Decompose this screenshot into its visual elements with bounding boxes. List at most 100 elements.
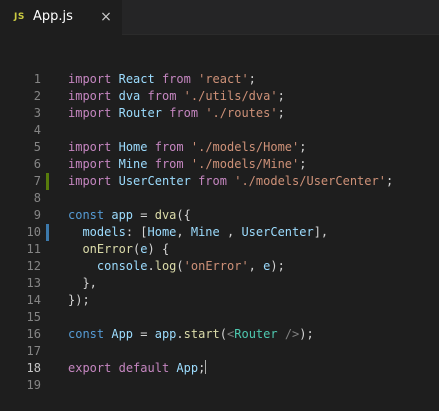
code-token: Mine bbox=[190, 225, 220, 239]
line-number: 7 bbox=[33, 174, 41, 188]
code-token: const bbox=[68, 208, 105, 222]
line-number: 3 bbox=[33, 106, 41, 120]
line-number: 19 bbox=[26, 378, 41, 392]
code-editor[interactable]: 1 import React from 'react'; 2 import dva f… bbox=[0, 35, 439, 411]
code-token: , bbox=[219, 225, 242, 239]
code-text: const app = dva({ bbox=[68, 207, 191, 224]
close-icon[interactable]: × bbox=[98, 8, 114, 26]
code-line[interactable]: 5 import Home from './models/Home'; bbox=[0, 139, 439, 156]
code-line[interactable]: 18 export default App; bbox=[0, 360, 439, 377]
line-number: 17 bbox=[26, 344, 41, 358]
code-token: React bbox=[118, 72, 155, 86]
code-token: console bbox=[96, 259, 148, 273]
code-token: './routes' bbox=[205, 106, 278, 120]
code-token: ({ bbox=[176, 208, 191, 222]
code-token: App bbox=[176, 361, 199, 375]
code-line[interactable]: 6 import Mine from './models/Mine'; bbox=[0, 156, 439, 173]
code-line[interactable]: 10 models: [Home, Mine , UserCenter], bbox=[0, 224, 439, 241]
code-line[interactable]: 7 import UserCenter from './models/UserCe… bbox=[0, 173, 439, 190]
code-token: ; bbox=[277, 89, 285, 103]
code-line[interactable]: 8 bbox=[0, 190, 439, 207]
code-token: ; bbox=[299, 140, 307, 154]
git-added-indicator[interactable] bbox=[46, 173, 49, 190]
code-line[interactable]: 9 const app = dva({ bbox=[0, 207, 439, 224]
tab-app-js[interactable]: JS App.js × bbox=[0, 0, 122, 35]
code-text: onError(e) { bbox=[68, 241, 169, 258]
line-number: 6 bbox=[33, 157, 41, 171]
code-line[interactable]: 15 bbox=[0, 309, 439, 326]
line-number: 12 bbox=[26, 259, 41, 273]
code-token: from bbox=[154, 140, 184, 154]
code-token: app bbox=[111, 208, 134, 222]
code-line[interactable]: 13 }, bbox=[0, 275, 439, 292]
line-number: 15 bbox=[26, 310, 41, 324]
code-line[interactable]: 4 bbox=[0, 122, 439, 139]
code-token: import bbox=[68, 72, 112, 86]
code-token: app bbox=[154, 327, 177, 341]
code-token: UserCenter bbox=[118, 174, 191, 188]
code-token: ( bbox=[219, 327, 228, 341]
code-token: UserCenter bbox=[241, 225, 314, 239]
code-token: : [ bbox=[125, 225, 148, 239]
code-token: Router bbox=[234, 327, 278, 341]
code-line[interactable]: 1 import React from 'react'; bbox=[0, 71, 439, 88]
code-line[interactable]: 19 bbox=[0, 377, 439, 394]
code-token: './models/Mine' bbox=[190, 157, 300, 171]
line-number: 5 bbox=[33, 140, 41, 154]
code-text: const App = app.start(<Router />); bbox=[68, 326, 314, 343]
code-text: console.log('onError', e); bbox=[68, 258, 285, 275]
git-modified-indicator[interactable] bbox=[46, 224, 49, 241]
code-text: import UserCenter from './models/UserCen… bbox=[68, 173, 393, 190]
line-number: 14 bbox=[26, 293, 41, 307]
javascript-file-icon: JS bbox=[14, 12, 25, 22]
code-line[interactable]: 12 console.log('onError', e); bbox=[0, 258, 439, 275]
code-token: onError bbox=[82, 242, 134, 256]
code-token: default bbox=[118, 361, 170, 375]
line-number: 9 bbox=[33, 208, 41, 222]
code-token: ; bbox=[248, 72, 256, 86]
code-token: './models/UserCenter' bbox=[234, 174, 386, 188]
code-token: dva bbox=[154, 208, 177, 222]
code-text: import Home from './models/Home'; bbox=[68, 139, 306, 156]
code-token: log bbox=[154, 259, 177, 273]
line-number: 13 bbox=[26, 276, 41, 290]
code-line[interactable]: 11 onError(e) { bbox=[0, 241, 439, 258]
code-token: export bbox=[68, 361, 112, 375]
code-token: start bbox=[183, 327, 220, 341]
code-line[interactable]: 2 import dva from './utils/dva'; bbox=[0, 88, 439, 105]
code-token: from bbox=[147, 89, 177, 103]
code-line[interactable]: 14}); bbox=[0, 292, 439, 309]
editor-tab-bar: JS App.js × bbox=[0, 0, 439, 35]
code-token: App bbox=[111, 327, 134, 341]
code-line[interactable]: 3 import Router from './routes'; bbox=[0, 105, 439, 122]
code-text: import React from 'react'; bbox=[68, 71, 256, 88]
code-token: }); bbox=[68, 293, 90, 307]
text-cursor bbox=[205, 360, 207, 374]
tab-title: App.js bbox=[33, 9, 73, 24]
code-token: }, bbox=[68, 276, 97, 290]
line-number: 10 bbox=[26, 225, 41, 239]
code-token: 'react' bbox=[198, 72, 249, 86]
code-token: import bbox=[68, 106, 112, 120]
code-line[interactable]: 16 const App = app.start(<Router />); bbox=[0, 326, 439, 343]
code-token: const bbox=[68, 327, 105, 341]
code-token: . bbox=[176, 327, 184, 341]
code-token: ); bbox=[270, 259, 285, 273]
line-number: 1 bbox=[33, 72, 41, 86]
code-text: import dva from './utils/dva'; bbox=[68, 88, 285, 105]
code-line[interactable]: 17 bbox=[0, 343, 439, 360]
code-token: ; bbox=[299, 157, 307, 171]
code-token: import bbox=[68, 174, 112, 188]
code-token: = bbox=[133, 327, 155, 341]
line-number: 16 bbox=[26, 327, 41, 341]
